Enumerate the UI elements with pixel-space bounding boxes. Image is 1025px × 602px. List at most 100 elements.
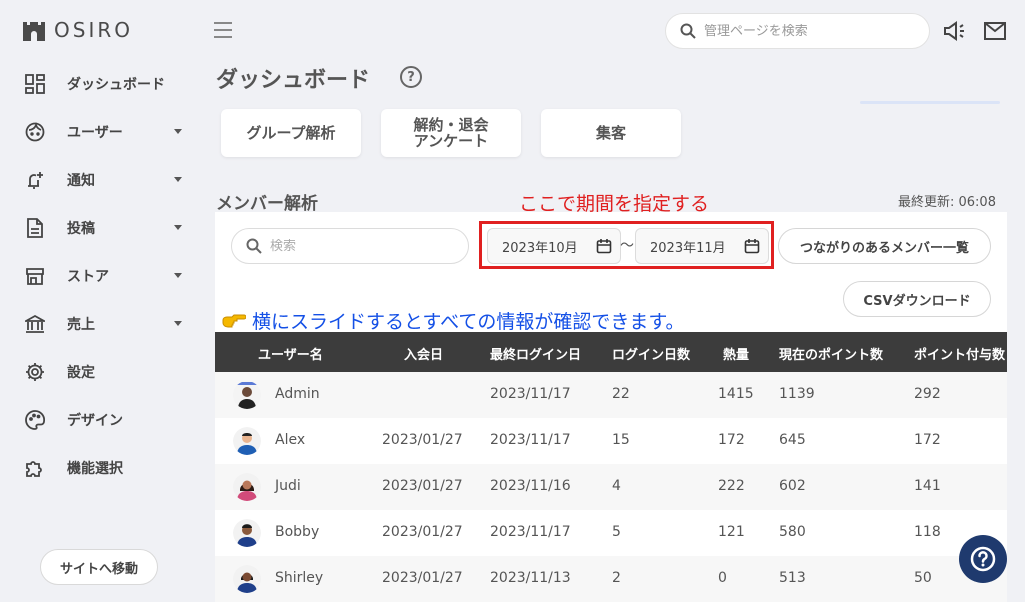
avatar (233, 565, 261, 593)
points: 602 (779, 478, 806, 494)
granted-points: 118 (914, 524, 941, 540)
castle-icon (23, 22, 45, 41)
chevron-down-icon (174, 225, 182, 230)
page-title: ダッシュボード (216, 68, 371, 93)
granted-points: 292 (914, 386, 941, 402)
chevron-down-icon (174, 177, 182, 182)
column-header[interactable]: ログイン日数 (612, 344, 690, 363)
last-login: 2023/11/17 (490, 432, 571, 448)
points: 513 (779, 570, 806, 586)
sidebar-item-dashboard[interactable]: ダッシュボード (0, 60, 200, 108)
joined-date: 2023/01/27 (382, 524, 463, 540)
sidebar: OSIRO ダッシュボード ユーザー 通知 投稿 ストア 売上 設定 デザイン … (0, 0, 200, 602)
member-table[interactable]: ユーザー名 入会日 最終ログイン日 ログイン日数 熱量 現在のポイント数 ポイン… (215, 332, 1007, 602)
login-days: 5 (612, 524, 621, 540)
heat: 1415 (718, 386, 754, 402)
column-header[interactable]: 現在のポイント数 (779, 344, 883, 363)
sidebar-item-label: 設定 (67, 365, 95, 381)
joined-date: 2023/01/27 (382, 432, 463, 448)
heat: 172 (718, 432, 745, 448)
sidebar-item-label: 売上 (67, 317, 95, 333)
last-login: 2023/11/17 (490, 386, 571, 402)
slide-annotation-text: 横にスライドするとすべての情報が確認できます。 (252, 311, 685, 333)
table-row[interactable]: Admin 2023/11/17 22 1415 1139 292 (215, 372, 1007, 418)
sidebar-item-features[interactable]: 機能選択 (0, 444, 200, 492)
last-login: 2023/11/16 (490, 478, 571, 494)
sidebar-item-label: 機能選択 (67, 461, 123, 477)
connected-members-button[interactable]: つながりのあるメンバー一覧 (778, 228, 991, 264)
sidebar-item-notifications[interactable]: 通知 (0, 156, 200, 204)
user-name: Bobby (275, 524, 320, 540)
sidebar-item-store[interactable]: ストア (0, 252, 200, 300)
heat: 222 (718, 478, 745, 494)
last-updated: 最終更新: 06:08 (898, 195, 996, 210)
tab-cancel-survey[interactable]: 解約・退会 アンケート (381, 109, 521, 157)
palette-icon (24, 409, 46, 431)
last-login: 2023/11/13 (490, 570, 571, 586)
granted-points: 141 (914, 478, 941, 494)
table-row[interactable]: Judi 2023/01/27 2023/11/16 4 222 602 141 (215, 464, 1007, 510)
date-to-picker[interactable]: 2023年11月 (635, 228, 769, 264)
go-to-site-button[interactable]: サイトへ移動 (40, 549, 158, 585)
column-header[interactable]: ユーザー名 (258, 344, 323, 363)
sidebar-nav: ダッシュボード ユーザー 通知 投稿 ストア 売上 設定 デザイン 機能選択 (0, 60, 200, 492)
admin-search-box[interactable] (665, 13, 930, 49)
app-root: OSIRO ダッシュボード ユーザー 通知 投稿 ストア 売上 設定 デザイン … (0, 0, 1025, 602)
date-to-value: 2023年11月 (650, 240, 726, 256)
user-name: Judi (275, 478, 301, 494)
document-icon (24, 217, 46, 239)
sidebar-item-sales[interactable]: 売上 (0, 300, 200, 348)
chevron-down-icon (174, 129, 182, 134)
puzzle-icon (24, 457, 46, 479)
column-header[interactable]: ポイント付与数 (914, 344, 1005, 363)
login-days: 15 (612, 432, 630, 448)
date-from-value: 2023年10月 (502, 240, 578, 256)
sidebar-item-label: 投稿 (67, 221, 95, 237)
sidebar-item-settings[interactable]: 設定 (0, 348, 200, 396)
points: 645 (779, 432, 806, 448)
question-icon (970, 546, 996, 572)
heat: 121 (718, 524, 745, 540)
user-name: Shirley (275, 570, 324, 586)
table-row[interactable]: Shirley 2023/01/27 2023/11/13 2 0 513 50 (215, 556, 1007, 602)
pointing-hand-icon (222, 314, 246, 327)
help-icon[interactable]: ? (400, 66, 422, 88)
avatar (233, 473, 261, 501)
points: 580 (779, 524, 806, 540)
brand-logo[interactable]: OSIRO (22, 18, 133, 42)
search-icon (246, 238, 262, 254)
member-search-input[interactable] (270, 238, 450, 254)
tab-acquisition[interactable]: 集客 (541, 109, 681, 157)
sidebar-item-users[interactable]: ユーザー (0, 108, 200, 156)
sidebar-item-label: デザイン (67, 413, 123, 429)
date-from-picker[interactable]: 2023年10月 (487, 228, 621, 264)
csv-download-button[interactable]: CSVダウンロード (843, 281, 991, 317)
sidebar-item-label: ストア (67, 269, 109, 285)
column-header[interactable]: 熱量 (723, 344, 749, 363)
sidebar-item-posts[interactable]: 投稿 (0, 204, 200, 252)
sidebar-item-design[interactable]: デザイン (0, 396, 200, 444)
member-search-box[interactable] (231, 228, 469, 264)
avatar (233, 381, 261, 409)
tab-group-analysis[interactable]: グループ解析 (221, 109, 361, 157)
joined-date: 2023/01/27 (382, 478, 463, 494)
menu-toggle-icon[interactable] (214, 22, 232, 38)
help-chat-button[interactable] (959, 535, 1007, 583)
table-header: ユーザー名 入会日 最終ログイン日 ログイン日数 熱量 現在のポイント数 ポイン… (215, 332, 1007, 372)
table-row[interactable]: Bobby 2023/01/27 2023/11/17 5 121 580 11… (215, 510, 1007, 556)
gear-icon (24, 361, 46, 383)
tab-indicator (860, 101, 1000, 104)
column-header[interactable]: 入会日 (404, 344, 443, 363)
search-icon (680, 23, 696, 39)
table-row[interactable]: Alex 2023/01/27 2023/11/17 15 172 645 17… (215, 418, 1007, 464)
login-days: 22 (612, 386, 630, 402)
points: 1139 (779, 386, 815, 402)
calendar-icon (744, 239, 760, 254)
mail-icon[interactable] (983, 20, 1007, 42)
last-login: 2023/11/17 (490, 524, 571, 540)
column-header[interactable]: 最終ログイン日 (490, 344, 581, 363)
megaphone-icon[interactable] (943, 20, 967, 42)
user-name: Admin (275, 386, 320, 402)
login-days: 4 (612, 478, 621, 494)
admin-search-input[interactable] (704, 23, 904, 39)
